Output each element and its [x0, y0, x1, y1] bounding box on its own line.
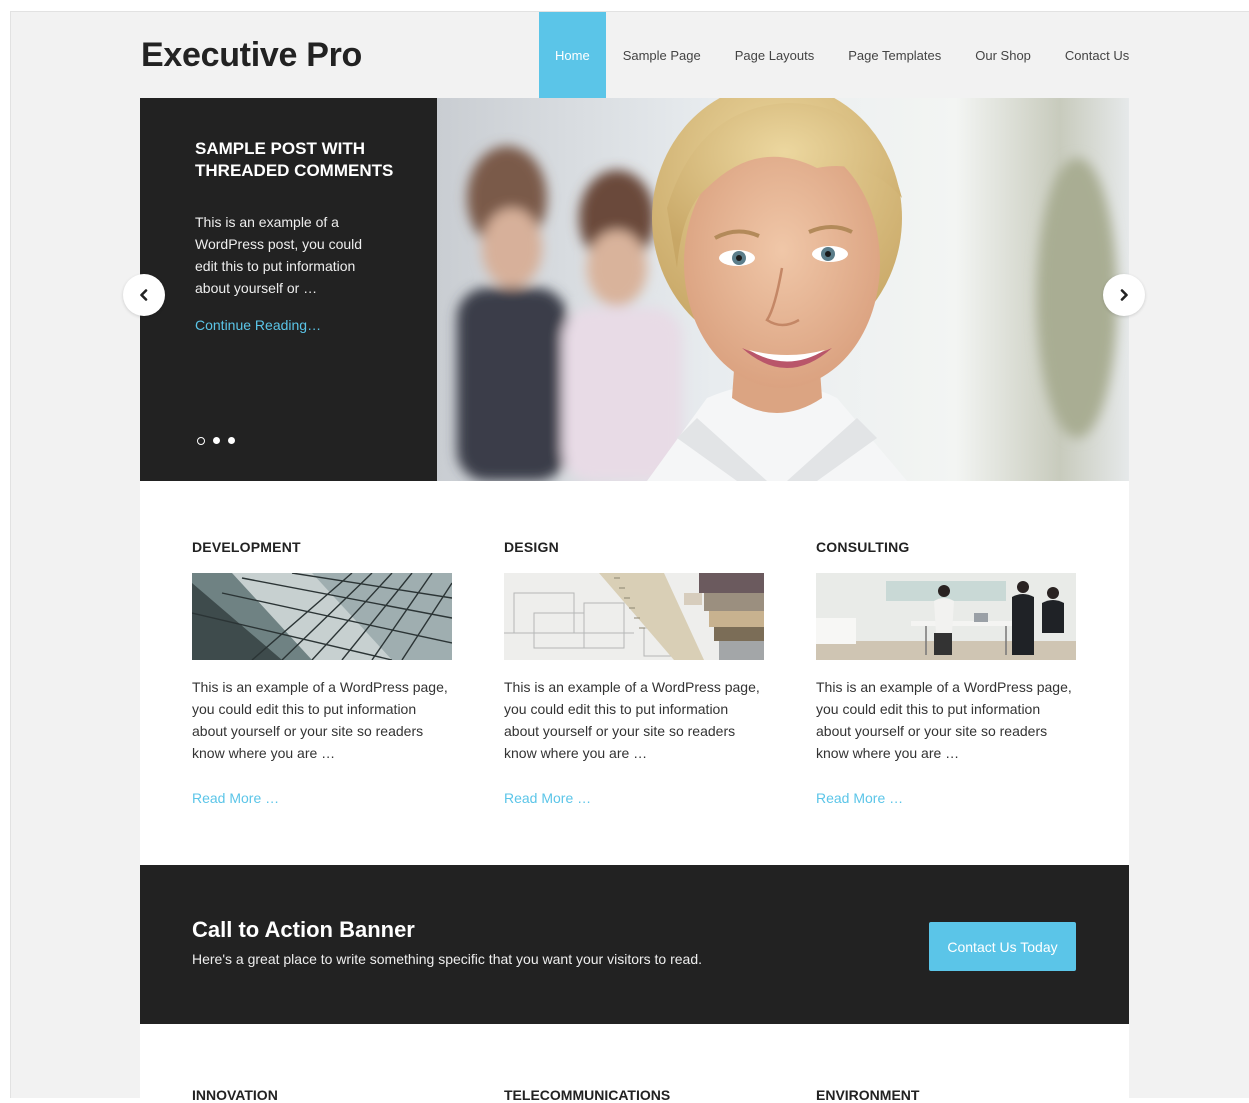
feature-design: DESIGN This is an example of a WordPress…: [504, 539, 766, 806]
section-title-telecommunications[interactable]: TELECOMMUNICATIONS: [504, 1087, 670, 1103]
feature-title[interactable]: DEVELOPMENT: [192, 539, 454, 555]
slider-dot-2[interactable]: [213, 437, 220, 444]
slider-prev-button[interactable]: [123, 274, 165, 316]
cta-title: Call to Action Banner: [192, 917, 415, 942]
home-content: DEVELOPMENT This is an example of a Word…: [140, 481, 1129, 1103]
slide-title[interactable]: SAMPLE POST WITH THREADED COMMENTS: [195, 138, 395, 182]
woman-portrait-image: [437, 98, 1129, 481]
nav-item-sample-page[interactable]: Sample Page: [606, 12, 718, 98]
nav-item-home[interactable]: Home: [539, 12, 606, 98]
cta-text: Here's a great place to write something …: [192, 951, 703, 967]
feature-title[interactable]: CONSULTING: [816, 539, 1078, 555]
chevron-right-icon: [1120, 289, 1128, 301]
nav-item-page-layouts[interactable]: Page Layouts: [718, 12, 832, 98]
office-meeting-image: [816, 573, 1076, 660]
feature-text: This is an example of a WordPress page, …: [192, 679, 448, 761]
contact-us-today-button[interactable]: Contact Us Today: [929, 922, 1076, 971]
nav-item-page-templates[interactable]: Page Templates: [831, 12, 958, 98]
page: Executive Pro Home Sample Page Page Layo…: [10, 11, 1249, 1103]
main-nav: Home Sample Page Page Layouts Page Templ…: [539, 12, 1146, 98]
consulting-image[interactable]: [816, 573, 1076, 660]
slider-dot-3[interactable]: [228, 437, 235, 444]
slider-next-button[interactable]: [1103, 274, 1145, 316]
glass-building-image: [192, 573, 452, 660]
blueprint-swatches-image: [504, 573, 764, 660]
nav-item-our-shop[interactable]: Our Shop: [958, 12, 1048, 98]
slider-dot-1[interactable]: [197, 437, 205, 445]
building-image[interactable]: [192, 573, 452, 660]
section-title-innovation[interactable]: INNOVATION: [192, 1087, 278, 1103]
continue-reading-link[interactable]: Continue Reading…: [195, 317, 321, 333]
featured-slider: SAMPLE POST WITH THREADED COMMENTS This …: [123, 98, 1145, 481]
feature-consulting: CONSULTING This is an example of a WordP…: [816, 539, 1078, 806]
site-title[interactable]: Executive Pro: [141, 36, 362, 75]
nav-item-contact-us[interactable]: Contact Us: [1048, 12, 1146, 98]
slide-image: [437, 98, 1129, 481]
call-to-action-banner: Call to Action Banner Here's a great pla…: [140, 865, 1129, 1024]
chevron-left-icon: [140, 289, 148, 301]
feature-development: DEVELOPMENT This is an example of a Word…: [192, 539, 454, 806]
read-more-link[interactable]: Read More …: [504, 790, 766, 806]
feature-text: This is an example of a WordPress page, …: [816, 679, 1072, 761]
section-title-environment[interactable]: ENVIRONMENT: [816, 1087, 919, 1103]
feature-title[interactable]: DESIGN: [504, 539, 766, 555]
feature-text: This is an example of a WordPress page, …: [504, 679, 760, 761]
slide-caption: SAMPLE POST WITH THREADED COMMENTS This …: [140, 98, 437, 481]
design-image[interactable]: [504, 573, 764, 660]
read-more-link[interactable]: Read More …: [816, 790, 1078, 806]
slider-pagination: [197, 437, 235, 445]
read-more-link[interactable]: Read More …: [192, 790, 454, 806]
slide-excerpt: This is an example of a WordPress post, …: [195, 214, 363, 296]
